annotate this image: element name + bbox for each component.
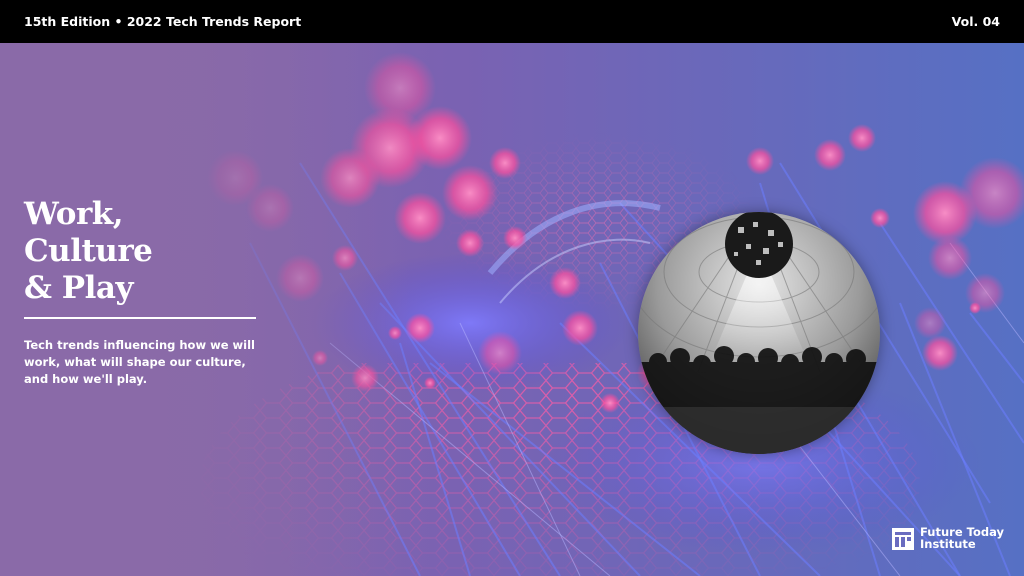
hero-background xyxy=(0,43,1024,576)
title-line: & Play xyxy=(24,270,133,306)
institute-logo-icon xyxy=(892,527,914,550)
logo-line-2: Institute xyxy=(920,536,976,551)
volume-label: Vol. 04 xyxy=(951,14,1000,29)
crowd-under-disco-ball-image xyxy=(638,212,880,454)
page-title: Work, Culture & Play xyxy=(24,196,153,307)
future-today-institute-logo: Future Today Institute xyxy=(892,526,1004,551)
page-subtitle: Tech trends influencing how we will work… xyxy=(24,338,255,386)
title-divider xyxy=(24,317,256,319)
edition-label: 15th Edition • 2022 Tech Trends Report xyxy=(24,14,302,29)
top-bar: 15th Edition • 2022 Tech Trends Report V… xyxy=(0,0,1024,43)
title-line: Culture xyxy=(24,233,153,269)
event-photo xyxy=(638,212,880,454)
title-line: Work, xyxy=(24,196,124,232)
